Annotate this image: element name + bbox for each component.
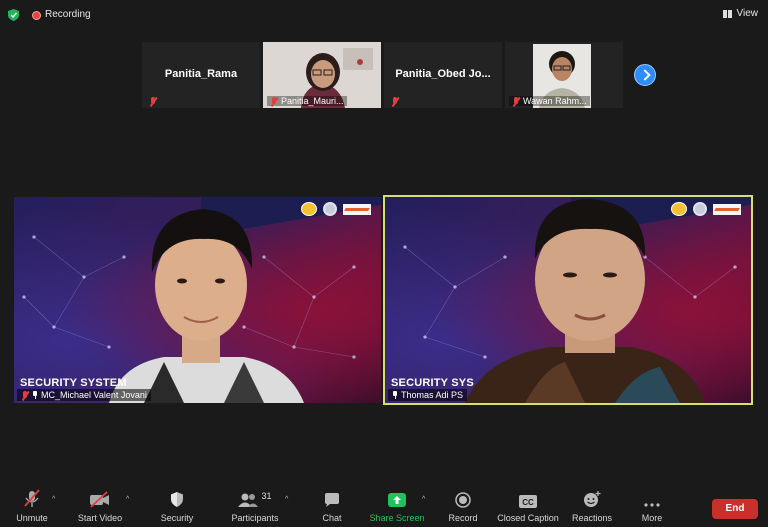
more-button[interactable]: More	[620, 486, 684, 523]
start-video-button[interactable]: Start Video	[68, 486, 132, 523]
top-bar: Recording View	[0, 0, 768, 30]
participant-name: Panitia_Mauri...	[281, 96, 344, 106]
mic-muted-icon	[149, 97, 157, 106]
mic-muted-icon	[21, 390, 29, 400]
closed-caption-button[interactable]: CC Closed Caption	[496, 486, 560, 523]
security-button[interactable]: Security	[145, 486, 209, 523]
chat-button[interactable]: Chat	[300, 486, 364, 523]
participant-caption: Thomas Adi PS	[388, 389, 468, 401]
participant-video-feed	[465, 199, 705, 403]
grid-view-icon	[722, 9, 732, 18]
more-label: More	[641, 513, 663, 523]
participant-caption: MC_Michael Valent Jovani	[17, 389, 151, 401]
reactions-smiley-icon	[584, 491, 601, 507]
video-off-icon	[90, 491, 109, 508]
mic-muted-icon	[512, 96, 520, 106]
pin-icon	[392, 391, 398, 399]
video-tile-michael[interactable]: SECURITY SYSTEM MC_Michael Valent Jovani	[14, 197, 381, 403]
participant-name: Panitia_Rama	[164, 68, 238, 80]
participants-options-caret-icon[interactable]: ^	[285, 496, 288, 503]
record-button[interactable]: Record	[431, 486, 495, 523]
start-video-label: Start Video	[77, 513, 123, 523]
audio-options-caret-icon[interactable]: ^	[52, 496, 55, 503]
share-screen-label: Share Screen	[369, 513, 425, 523]
view-button[interactable]: View	[722, 8, 759, 19]
participants-button[interactable]: 31 Participants	[223, 486, 287, 523]
video-tile-thomas-active-speaker[interactable]: SECURITY SYS Thomas Adi PS	[383, 195, 753, 405]
participant-tile-mauri[interactable]: Panitia_Mauri...	[263, 42, 381, 108]
share-screen-icon	[388, 493, 406, 507]
recording-indicator-icon	[32, 11, 41, 20]
participant-name: Thomas Adi PS	[401, 390, 464, 400]
participant-video-feed	[109, 209, 304, 403]
chat-icon	[325, 493, 339, 507]
record-icon	[455, 492, 471, 508]
recording-label: Recording	[45, 9, 91, 20]
participant-name: Wawan Rahm...	[523, 96, 587, 106]
participant-tile-wawan[interactable]: Wawan Rahm...	[505, 42, 623, 108]
svg-text:CC: CC	[522, 498, 534, 507]
unmute-label: Unmute	[16, 513, 48, 523]
reactions-button[interactable]: Reactions	[560, 486, 624, 523]
mic-muted-icon	[24, 489, 40, 507]
sponsor-logos	[301, 202, 371, 216]
participants-icon	[238, 493, 259, 507]
chat-label: Chat	[322, 513, 342, 523]
mic-muted-icon	[391, 97, 399, 106]
participant-name: MC_Michael Valent Jovani	[41, 390, 147, 400]
video-options-caret-icon[interactable]: ^	[126, 496, 129, 503]
next-page-button[interactable]	[634, 64, 656, 86]
logo-seal-icon	[323, 202, 337, 216]
participant-tile-rama[interactable]: Panitia_Rama	[142, 42, 260, 108]
security-shield-icon	[171, 492, 183, 507]
share-screen-button[interactable]: Share Screen	[365, 486, 429, 523]
participant-name: Panitia_Obed Jo...	[395, 68, 491, 80]
logo-banner-icon	[343, 203, 371, 215]
more-dots-icon	[644, 503, 660, 507]
unmute-button[interactable]: Unmute	[0, 486, 64, 523]
end-meeting-button[interactable]: End	[712, 499, 758, 519]
reactions-label: Reactions	[571, 513, 613, 523]
participants-label: Participants	[231, 513, 279, 523]
record-label: Record	[448, 513, 478, 523]
security-shield-icon[interactable]	[8, 9, 19, 21]
participant-tile-obed[interactable]: Panitia_Obed Jo...	[384, 42, 502, 108]
background-overlay-text: SECURITY SYSTEM	[20, 377, 127, 389]
security-label: Security	[160, 513, 194, 523]
background-overlay-text: SECURITY SYS	[391, 377, 474, 389]
share-options-caret-icon[interactable]: ^	[422, 496, 425, 503]
logo-banner-icon	[713, 203, 741, 215]
mic-muted-icon	[270, 96, 278, 106]
view-label: View	[736, 8, 759, 19]
closed-caption-label: Closed Caption	[497, 513, 559, 523]
meeting-toolbar: Unmute ^ Start Video ^ Security 31 Parti…	[0, 486, 768, 527]
closed-caption-icon: CC	[519, 495, 537, 508]
participants-count: 31	[261, 491, 272, 501]
pin-icon	[32, 391, 38, 399]
